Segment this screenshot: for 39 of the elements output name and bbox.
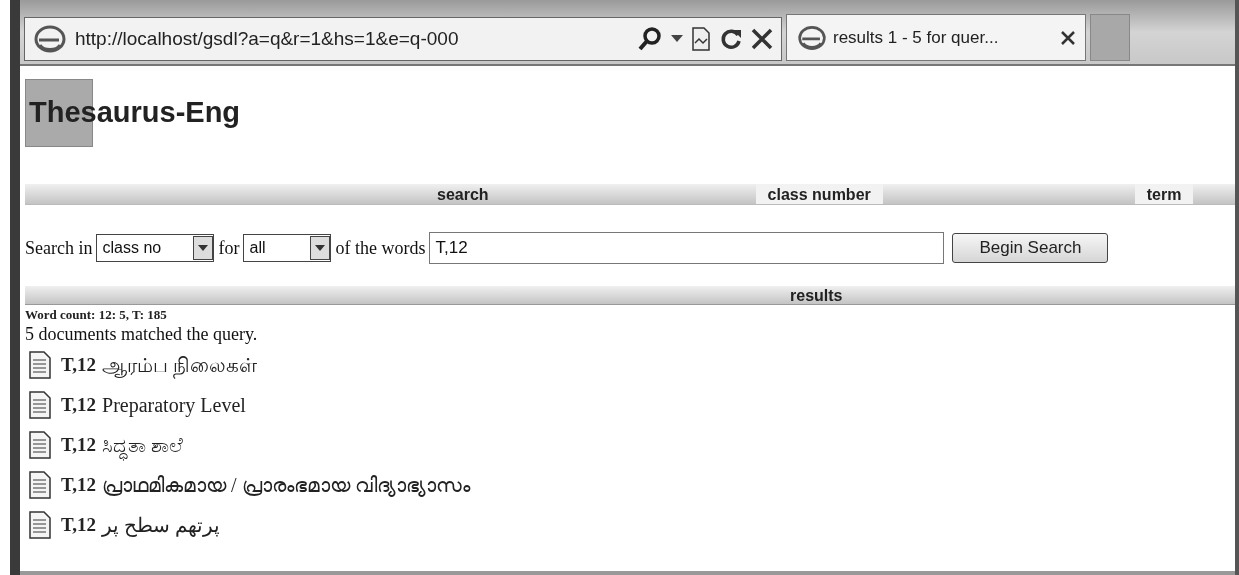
begin-search-button[interactable]: Begin Search [952,233,1109,263]
dropdown-caret-icon[interactable] [671,35,683,43]
section-heading: results [790,286,843,304]
document-title-link[interactable]: ஆரம்ப நிலைகள் [102,350,257,380]
dropdown[interactable]: class no [96,234,215,262]
document-icon[interactable] [29,391,51,419]
document-icon[interactable] [29,511,51,539]
close-icon[interactable] [1061,30,1075,45]
document-code-link[interactable]: T,12 [61,430,96,460]
document-code-link[interactable]: T,12 [61,390,96,420]
document-icon[interactable] [29,351,51,379]
dropdown[interactable]: all [243,234,332,262]
label-text: of the words [335,236,426,260]
nav-link[interactable]: search [425,184,501,204]
word-count-text: Word count: 12: 5, T: 185 [25,307,168,323]
compatibility-icon[interactable] [691,27,711,51]
label-text: Search in [25,236,93,260]
document-title-link[interactable]: പ്രാഥമികമായ / പ്രാരംഭമായ വിദ്യാഭ്യാസം [102,470,470,500]
url-text: http://localhost/gsdl?a=q&r=1&hs=1&e=q-000 [75,26,459,51]
document-code-link[interactable]: T,12 [61,470,96,500]
nav-link[interactable]: class number [755,184,883,204]
document-title-link[interactable]: پرتھم سطح پر [102,510,220,540]
collection-title: Thesaurus-Eng [25,79,1235,147]
refresh-icon[interactable] [719,27,743,51]
document-icon[interactable] [29,471,51,499]
address-bar[interactable]: http://localhost/gsdl?a=q&r=1&hs=1&e=q-000 [24,17,782,61]
browser-tab[interactable]: results 1 - 5 for quer... [786,14,1086,61]
document-code-link[interactable]: T,12 [61,510,96,540]
label-text: for [218,236,240,260]
document-title-link[interactable]: ಸಿದ್ಧತಾ ಶಾಲೆ [102,430,183,460]
match-message: 5 documents matched the query. [25,323,259,345]
document-icon[interactable] [29,431,51,459]
search-icon[interactable] [637,26,663,52]
document-title-link[interactable]: Preparatory Level [102,390,246,420]
query-input[interactable]: T,12 [429,232,945,264]
document-code-link[interactable]: T,12 [61,350,96,380]
close-icon[interactable] [751,28,773,50]
nav-link[interactable]: term [1134,184,1194,204]
browser-logo-icon [33,23,67,55]
